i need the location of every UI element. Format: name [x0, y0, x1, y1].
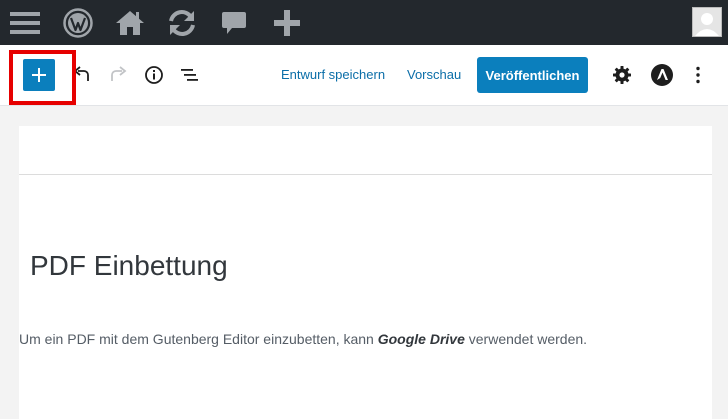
preview-button[interactable]: Vorschau [407, 67, 461, 82]
plus-icon [32, 68, 46, 82]
save-draft-button[interactable]: Entwurf speichern [281, 67, 385, 82]
paragraph-bold-text: Google Drive [377, 331, 465, 347]
block-navigation-icon[interactable] [177, 45, 201, 105]
publish-button[interactable]: Veröffentlichen [477, 57, 588, 93]
admin-bar [0, 0, 728, 45]
more-vertical-icon[interactable] [690, 45, 706, 105]
heading-block[interactable]: PDF Einbettung [30, 250, 228, 282]
home-icon[interactable] [114, 0, 146, 45]
title-divider [19, 174, 712, 175]
comments-icon[interactable] [220, 0, 248, 45]
paragraph-block[interactable]: Um ein PDF mit dem Gutenberg Editor einz… [19, 331, 587, 347]
wordpress-logo-icon[interactable] [62, 0, 94, 45]
gear-icon[interactable] [610, 45, 634, 105]
avatar-icon[interactable] [692, 7, 722, 37]
undo-icon[interactable] [70, 45, 94, 105]
paragraph-text-before: Um ein PDF mit dem Gutenberg Editor einz… [19, 331, 378, 347]
updates-icon[interactable] [164, 0, 200, 45]
paragraph-text-after: verwendet werden. [464, 331, 588, 347]
editor-toolbar: Entwurf speichern Vorschau Veröffentlich… [0, 45, 728, 106]
redo-icon[interactable] [106, 45, 130, 105]
add-block-button[interactable] [23, 59, 55, 91]
astra-logo-icon[interactable] [650, 45, 674, 105]
menu-icon[interactable] [8, 0, 42, 45]
new-content-icon[interactable] [272, 0, 302, 45]
info-icon[interactable] [142, 45, 166, 105]
